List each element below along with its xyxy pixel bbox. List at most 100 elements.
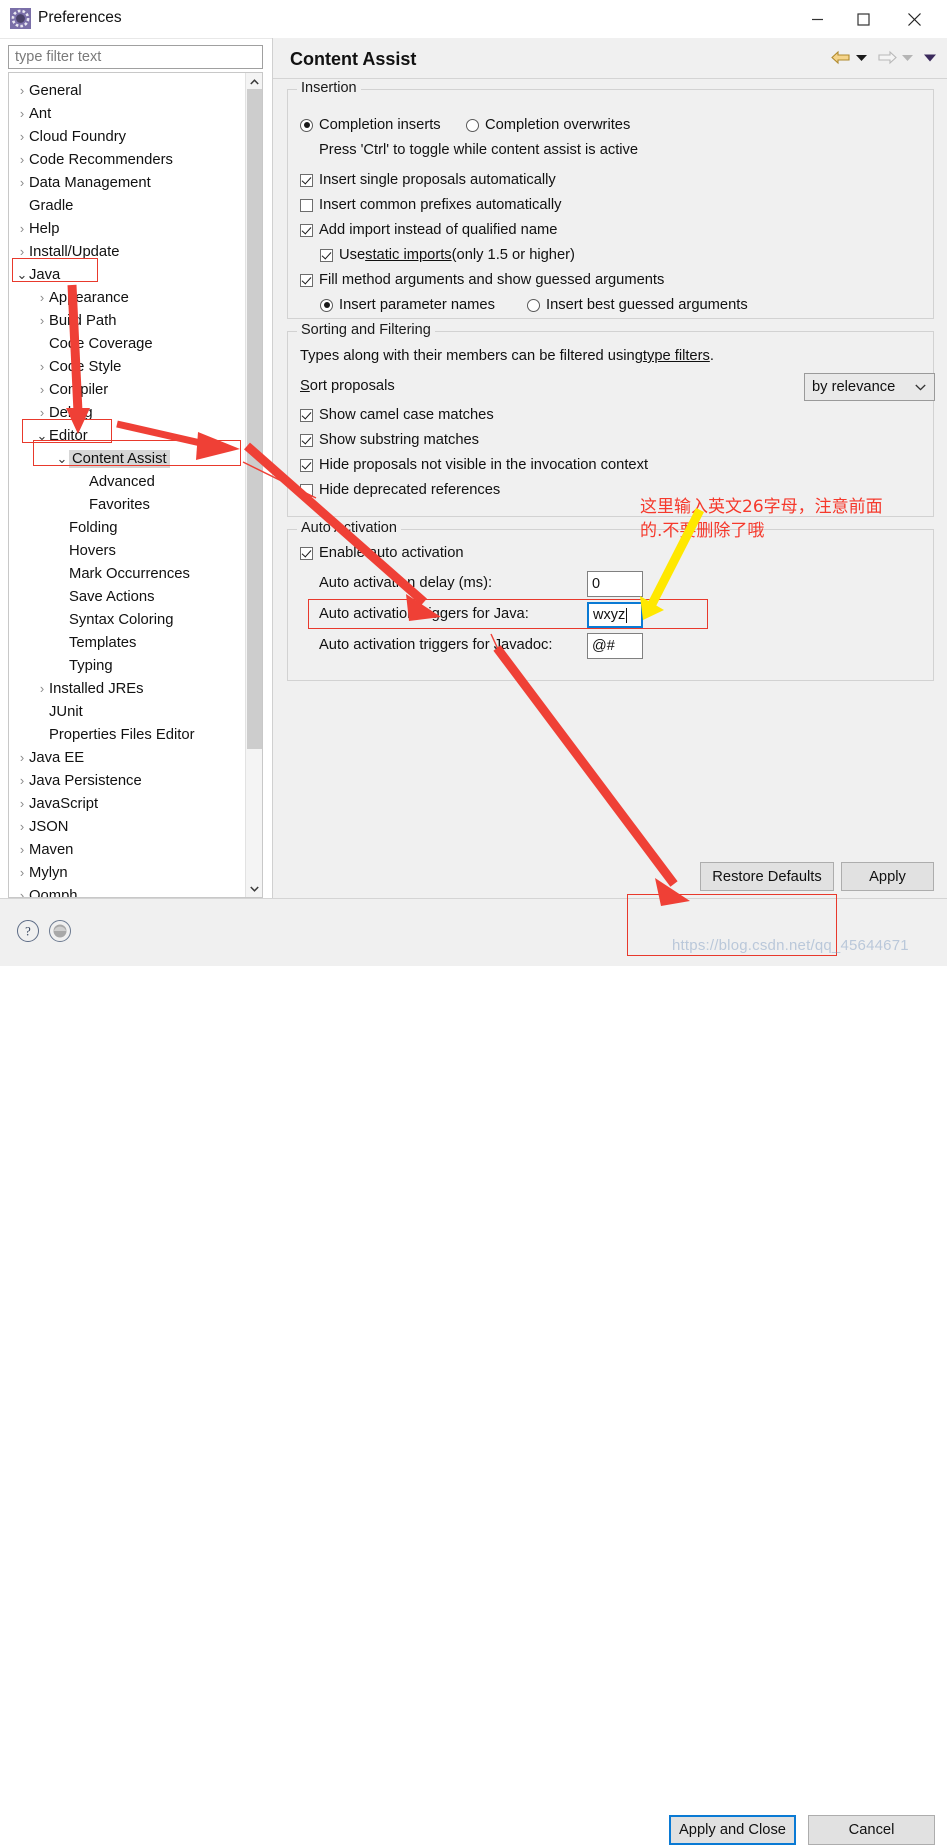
tree-item-gradle[interactable]: Gradle bbox=[9, 194, 247, 217]
back-menu-chevron-down-icon[interactable] bbox=[855, 53, 868, 62]
static-imports-link[interactable]: static imports bbox=[365, 247, 452, 263]
chevron-right-icon[interactable]: › bbox=[15, 106, 29, 121]
chevron-right-icon[interactable]: › bbox=[15, 83, 29, 98]
radio-completion-overwrites[interactable]: Completion overwrites bbox=[466, 117, 630, 133]
tree-item-installed-jres[interactable]: › Installed JREs bbox=[9, 677, 247, 700]
sort-proposals-combo[interactable]: by relevance bbox=[804, 373, 935, 401]
chevron-right-icon[interactable]: › bbox=[35, 382, 49, 397]
chevron-down-icon[interactable]: ⌄ bbox=[35, 428, 49, 444]
chevron-right-icon[interactable]: › bbox=[15, 244, 29, 259]
chevron-right-icon[interactable]: › bbox=[15, 129, 29, 144]
tree-item-oomph[interactable]: › Oomph bbox=[9, 884, 247, 898]
radio-insert-best-guessed[interactable]: Insert best guessed arguments bbox=[527, 297, 748, 313]
chevron-right-icon[interactable]: › bbox=[35, 313, 49, 328]
checkbox-enable-auto-activation[interactable]: Enable auto activation bbox=[300, 545, 464, 561]
tree-scrollbar[interactable] bbox=[245, 73, 262, 897]
tree-item-build-path[interactable]: › Build Path bbox=[9, 309, 247, 332]
tree-item-templates[interactable]: Templates bbox=[9, 631, 247, 654]
tree-item-java-ee[interactable]: › Java EE bbox=[9, 746, 247, 769]
tree-item-hovers[interactable]: Hovers bbox=[9, 539, 247, 562]
tree-item-properties-files-editor[interactable]: Properties Files Editor bbox=[9, 723, 247, 746]
tree-item-junit[interactable]: JUnit bbox=[9, 700, 247, 723]
tree-item-code-coverage[interactable]: Code Coverage bbox=[9, 332, 247, 355]
radio-completion-inserts[interactable]: Completion inserts bbox=[300, 117, 441, 133]
filter-input[interactable]: type filter text bbox=[8, 45, 263, 69]
tree-item-general[interactable]: › General bbox=[9, 79, 247, 102]
chevron-right-icon[interactable]: › bbox=[15, 796, 29, 811]
tree-item-typing[interactable]: Typing bbox=[9, 654, 247, 677]
scroll-down-icon[interactable] bbox=[246, 880, 262, 897]
apply-and-close-button[interactable]: Apply and Close bbox=[669, 1815, 796, 1845]
chevron-right-icon[interactable]: › bbox=[15, 773, 29, 788]
scroll-up-icon[interactable] bbox=[246, 73, 262, 90]
tree-item-data-management[interactable]: › Data Management bbox=[9, 171, 247, 194]
checkbox-use-static-imports[interactable]: Use static imports (only 1.5 or higher) bbox=[320, 247, 575, 263]
tree-item-mylyn[interactable]: › Mylyn bbox=[9, 861, 247, 884]
radio-label: Insert parameter names bbox=[339, 297, 495, 313]
tree-item-content-assist[interactable]: ⌄ Content Assist bbox=[9, 447, 247, 470]
maximize-button[interactable] bbox=[840, 0, 886, 38]
tree-item-json[interactable]: › JSON bbox=[9, 815, 247, 838]
chevron-right-icon[interactable]: › bbox=[15, 888, 29, 897]
restore-defaults-button[interactable]: Restore Defaults bbox=[700, 862, 834, 891]
minimize-button[interactable] bbox=[794, 0, 840, 38]
chevron-right-icon[interactable]: › bbox=[15, 152, 29, 167]
tree-item-mark-occurrences[interactable]: Mark Occurrences bbox=[9, 562, 247, 585]
checkbox-insert-common-prefixes[interactable]: Insert common prefixes automatically bbox=[300, 197, 561, 213]
tree-item-javascript[interactable]: › JavaScript bbox=[9, 792, 247, 815]
tree-item-save-actions[interactable]: Save Actions bbox=[9, 585, 247, 608]
chevron-right-icon[interactable]: › bbox=[15, 750, 29, 765]
checkbox-insert-single-proposals[interactable]: Insert single proposals automatically bbox=[300, 172, 556, 188]
auto-activation-javadoc-input[interactable]: @# bbox=[587, 633, 643, 659]
help-question-mark-icon[interactable]: ? bbox=[17, 920, 39, 942]
chevron-down-icon[interactable]: ⌄ bbox=[15, 267, 29, 283]
tree-item-install-update[interactable]: › Install/Update bbox=[9, 240, 247, 263]
close-button[interactable] bbox=[891, 0, 937, 38]
tree-item-code-recommenders[interactable]: › Code Recommenders bbox=[9, 148, 247, 171]
tree-item-compiler[interactable]: › Compiler bbox=[9, 378, 247, 401]
tree-item-label: Hovers bbox=[69, 542, 116, 559]
chevron-right-icon[interactable]: › bbox=[15, 842, 29, 857]
view-menu-chevron-down-icon[interactable] bbox=[923, 53, 937, 62]
checkbox-fill-method-arguments[interactable]: Fill method arguments and show guessed a… bbox=[300, 272, 664, 288]
chevron-right-icon[interactable]: › bbox=[35, 290, 49, 305]
cancel-button[interactable]: Cancel bbox=[808, 1815, 935, 1845]
tree-item-java-persistence[interactable]: › Java Persistence bbox=[9, 769, 247, 792]
checkbox-label: Insert single proposals automatically bbox=[319, 172, 556, 188]
chevron-down-icon[interactable]: ⌄ bbox=[55, 451, 69, 467]
tree-item-advanced[interactable]: Advanced bbox=[9, 470, 247, 493]
tree-item-editor[interactable]: ⌄ Editor bbox=[9, 424, 247, 447]
checkbox-add-import[interactable]: Add import instead of qualified name bbox=[300, 222, 557, 238]
preferences-tree[interactable]: › General › Ant › Cloud Foundry › Code Recommen… bbox=[8, 72, 263, 898]
tree-item-ant[interactable]: › Ant bbox=[9, 102, 247, 125]
radio-insert-parameter-names[interactable]: Insert parameter names bbox=[320, 297, 495, 313]
checkbox-hide-deprecated[interactable]: Hide deprecated references bbox=[300, 482, 500, 498]
chevron-right-icon[interactable]: › bbox=[15, 175, 29, 190]
chevron-right-icon[interactable]: › bbox=[15, 221, 29, 236]
tree-item-java[interactable]: ⌄ Java bbox=[9, 263, 247, 286]
checkbox-show-substring[interactable]: Show substring matches bbox=[300, 432, 479, 448]
tree-item-appearance[interactable]: › Appearance bbox=[9, 286, 247, 309]
chevron-right-icon[interactable]: › bbox=[35, 405, 49, 420]
tree-item-code-style[interactable]: › Code Style bbox=[9, 355, 247, 378]
type-filters-link[interactable]: type filters bbox=[643, 348, 710, 364]
secondary-circle-icon[interactable] bbox=[49, 920, 71, 942]
tree-item-folding[interactable]: Folding bbox=[9, 516, 247, 539]
chevron-right-icon[interactable]: › bbox=[15, 865, 29, 880]
tree-item-debug[interactable]: › Debug bbox=[9, 401, 247, 424]
auto-activation-delay-input[interactable]: 0 bbox=[587, 571, 643, 597]
back-arrow-icon[interactable] bbox=[831, 49, 851, 66]
chevron-right-icon[interactable]: › bbox=[15, 819, 29, 834]
chevron-right-icon[interactable]: › bbox=[35, 359, 49, 374]
tree-item-favorites[interactable]: Favorites bbox=[9, 493, 247, 516]
tree-item-help[interactable]: › Help bbox=[9, 217, 247, 240]
checkbox-show-camel-case[interactable]: Show camel case matches bbox=[300, 407, 494, 423]
apply-button[interactable]: Apply bbox=[841, 862, 934, 891]
scrollbar-thumb[interactable] bbox=[247, 89, 262, 749]
tree-item-syntax-coloring[interactable]: Syntax Coloring bbox=[9, 608, 247, 631]
tree-item-cloud-foundry[interactable]: › Cloud Foundry bbox=[9, 125, 247, 148]
chevron-right-icon[interactable]: › bbox=[35, 681, 49, 696]
tree-item-maven[interactable]: › Maven bbox=[9, 838, 247, 861]
auto-activation-java-input[interactable]: wxyz bbox=[587, 602, 643, 628]
checkbox-hide-non-visible-proposals[interactable]: Hide proposals not visible in the invoca… bbox=[300, 457, 648, 473]
